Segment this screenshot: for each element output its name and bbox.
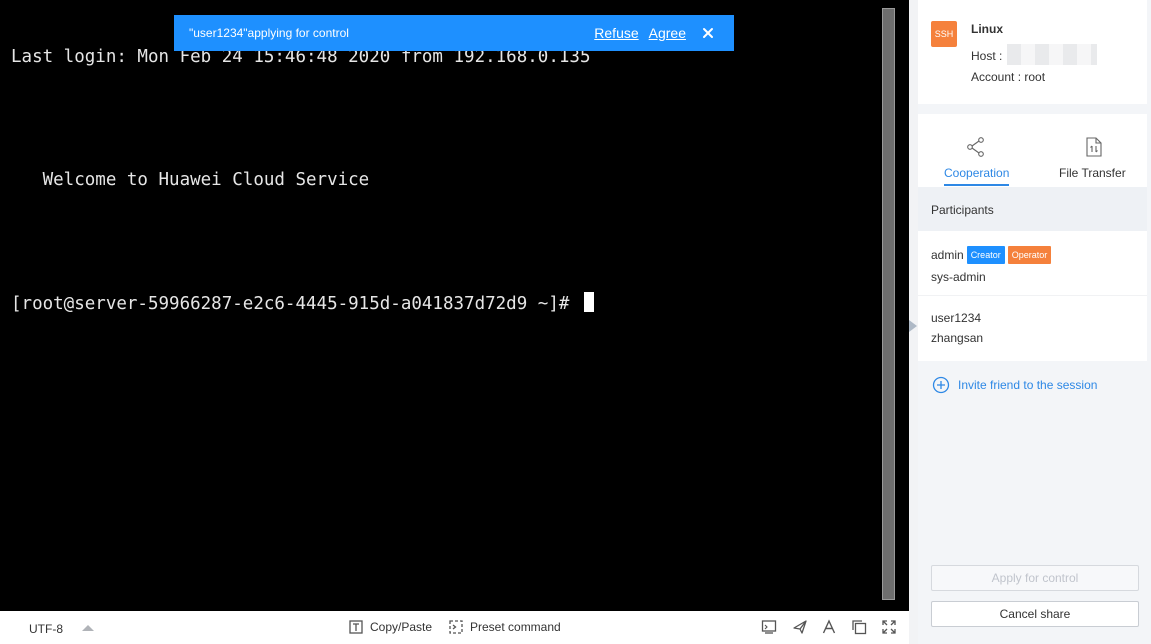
participant-role: zhangsan: [931, 331, 984, 345]
copy-paste-icon: [349, 620, 363, 634]
active-tab-indicator: [944, 184, 1009, 186]
preset-command-icon: [449, 620, 463, 634]
terminal-scrollbar[interactable]: [882, 8, 895, 600]
copy-paste-label: Copy/Paste: [370, 620, 433, 634]
tab-cooperation-label: Cooperation: [944, 166, 1010, 180]
participant-username: admin: [931, 248, 964, 262]
apply-for-control-button[interactable]: Apply for control: [931, 565, 1139, 591]
tab-cooperation[interactable]: Cooperation: [944, 114, 1009, 187]
invite-friend-link[interactable]: Invite friend to the session: [932, 376, 1097, 394]
session-info-card: SSH Linux Host : Account : root: [918, 0, 1147, 104]
fullscreen-icon[interactable]: [881, 619, 897, 635]
control-request-banner: "user1234"applying for control Refuse Ag…: [174, 15, 734, 51]
font-icon[interactable]: [821, 619, 837, 635]
ssh-badge: SSH: [931, 21, 957, 47]
copy-paste-button[interactable]: Copy/Paste: [349, 620, 432, 634]
participant-role: sys-admin: [931, 270, 986, 284]
window-icon[interactable]: [851, 619, 867, 635]
participant-divider: [918, 295, 1147, 296]
encoding-select[interactable]: UTF-8: [29, 622, 63, 636]
terminal-prompt: [root@server-59966287-e2c6-4445-915d-a04…: [11, 294, 580, 314]
host-value-masked: [1007, 44, 1097, 65]
tab-file-transfer[interactable]: File Transfer: [1059, 114, 1129, 187]
close-icon[interactable]: [700, 25, 716, 41]
add-circle-icon: [932, 376, 950, 394]
terminal-line-welcome: Welcome to Huawei Cloud Service: [11, 170, 370, 190]
panel-tabs: Cooperation File Transfer: [918, 114, 1147, 187]
share-icon: [967, 137, 984, 157]
participants-list: admin Creator Operator sys-admin user1234 …: [918, 231, 1147, 361]
participant-item: admin Creator Operator sys-admin: [931, 246, 1052, 284]
control-request-message: "user1234"applying for control: [189, 26, 349, 40]
os-name: Linux: [971, 22, 1003, 36]
terminal-toolbar: UTF-8 Copy/Paste Preset command: [0, 611, 909, 644]
caret-up-icon[interactable]: [82, 625, 94, 631]
invite-friend-label: Invite friend to the session: [958, 378, 1098, 392]
cancel-share-button[interactable]: Cancel share: [931, 601, 1139, 627]
web-terminal-app: Last login: Mon Feb 24 15:46:48 2020 fro…: [0, 0, 1151, 644]
terminal-prompt-line: [root@server-59966287-e2c6-4445-915d-a04…: [11, 292, 594, 314]
terminal-cursor: [583, 292, 594, 312]
creator-tag: Creator: [966, 246, 1005, 264]
monitor-icon[interactable]: [761, 619, 777, 635]
preset-command-button[interactable]: Preset command: [449, 620, 561, 634]
participant-item: user1234 zhangsan: [931, 311, 983, 345]
panel-collapse-arrow-icon[interactable]: [909, 320, 917, 332]
preset-command-label: Preset command: [470, 620, 561, 634]
terminal-output: Last login: Mon Feb 24 15:46:48 2020 fro…: [11, 6, 594, 354]
account-label: Account : root: [971, 70, 1046, 84]
refuse-button[interactable]: Refuse: [594, 25, 638, 41]
send-icon[interactable]: [792, 619, 808, 635]
participant-username: user1234: [931, 311, 982, 325]
tab-file-transfer-label: File Transfer: [1059, 166, 1126, 180]
host-label: Host :: [971, 49, 1003, 63]
agree-button[interactable]: Agree: [649, 25, 686, 41]
operator-tag: Operator: [1007, 246, 1052, 264]
session-side-panel: SSH Linux Host : Account : root Cooperat…: [918, 0, 1151, 644]
terminal-screen[interactable]: Last login: Mon Feb 24 15:46:48 2020 fro…: [0, 0, 909, 611]
participants-header: Participants: [918, 187, 1147, 231]
file-transfer-icon: [1086, 137, 1102, 157]
